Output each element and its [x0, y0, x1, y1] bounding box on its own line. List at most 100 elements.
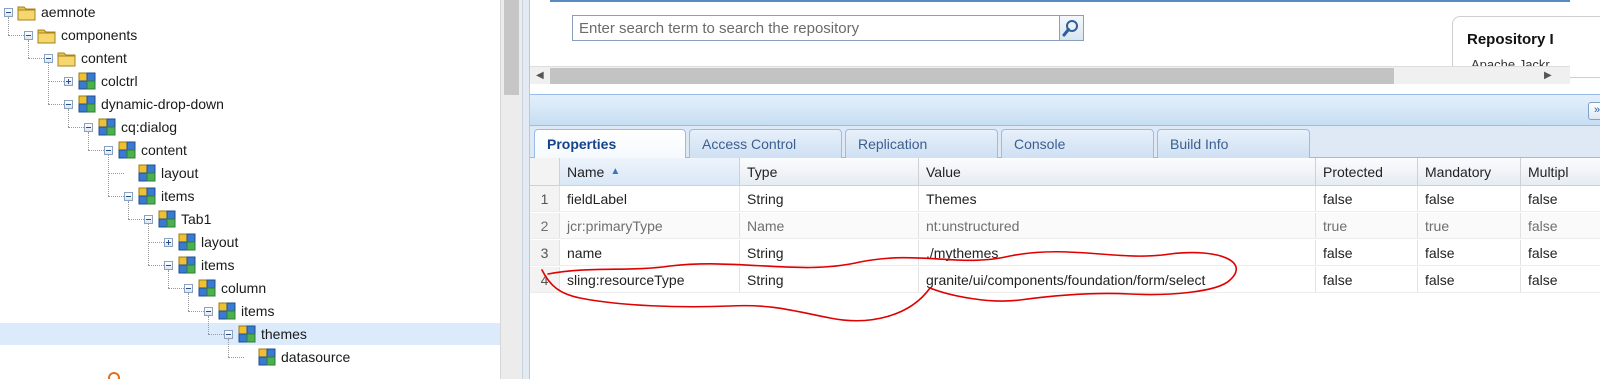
tab-label: Replication	[858, 136, 928, 152]
cell-protected[interactable]: false	[1316, 240, 1418, 265]
tree-connector	[188, 311, 204, 312]
cell-type[interactable]: String	[740, 186, 919, 211]
tree-connector	[48, 63, 49, 104]
expand-icon[interactable]	[64, 76, 73, 86]
cell-mandatory[interactable]: false	[1418, 267, 1521, 292]
column-header-value[interactable]: Value	[919, 158, 1316, 185]
grid-header-row: Name ▲ Type Value Protected Mandatory Mul…	[530, 158, 1600, 186]
cell-value[interactable]: granite/ui/components/foundation/form/se…	[919, 267, 1316, 292]
tab-access-control[interactable]: Access Control	[689, 129, 842, 158]
expand-icon[interactable]	[164, 237, 173, 247]
table-row[interactable]: 1 fieldLabel String Themes false false false	[530, 186, 1600, 212]
tree-connector	[88, 150, 104, 151]
tree-connector	[68, 109, 69, 127]
column-header-mandatory[interactable]: Mandatory	[1418, 158, 1521, 185]
repository-search-input[interactable]	[572, 15, 1060, 41]
cell-type[interactable]: Name	[740, 213, 919, 238]
collapse-icon[interactable]: »	[1588, 102, 1600, 120]
cell-protected[interactable]: true	[1316, 213, 1418, 238]
tree-node[interactable]: Tab1	[144, 208, 211, 230]
tree-connector	[208, 334, 224, 335]
tab-properties[interactable]: Properties	[534, 129, 686, 159]
scroll-right-icon[interactable]: ▶	[1544, 70, 1552, 81]
cell-multiple[interactable]: false	[1521, 267, 1600, 292]
collapse-icon[interactable]	[44, 53, 53, 63]
collapse-icon[interactable]	[164, 260, 173, 270]
tree-node[interactable]: content	[44, 47, 127, 69]
tree-node-label: components	[61, 27, 138, 43]
tree-node[interactable]: colctrl	[64, 70, 138, 92]
tab-build-info[interactable]: Build Info	[1157, 129, 1310, 158]
cell-mandatory[interactable]: false	[1418, 240, 1521, 265]
scroll-left-icon[interactable]: ◀	[536, 70, 544, 81]
tree-node[interactable]: cq:dialog	[84, 116, 177, 138]
tree-node[interactable]: dynamic-drop-down	[64, 93, 224, 115]
cell-name[interactable]: sling:resourceType	[560, 267, 740, 292]
collapse-icon[interactable]	[224, 329, 233, 339]
collapse-icon[interactable]	[204, 306, 213, 316]
cell-name[interactable]: name	[560, 240, 740, 265]
tree-node-label: content	[141, 142, 187, 158]
collapse-icon[interactable]	[144, 214, 153, 224]
tree-node-label: column	[221, 280, 267, 296]
collapse-icon[interactable]	[124, 191, 133, 201]
tree-node[interactable]: content	[104, 139, 187, 161]
table-row[interactable]: 4 sling:resourceType String granite/ui/comp…	[530, 267, 1600, 293]
tree-node[interactable]: column	[184, 277, 266, 299]
tree-node[interactable]: layout	[124, 162, 198, 184]
column-header-name[interactable]: Name ▲	[560, 158, 740, 185]
tree-node[interactable]: datasource	[244, 346, 350, 368]
tree-node-label: content	[81, 50, 127, 66]
cell-type[interactable]: String	[740, 240, 919, 265]
search-area: Repository I Apache Jackr ◀ ▶	[530, 0, 1600, 85]
column-header-protected[interactable]: Protected	[1316, 158, 1418, 185]
tree-connector	[208, 316, 209, 334]
collapse-icon[interactable]	[104, 145, 113, 155]
cell-type[interactable]: String	[740, 267, 919, 292]
column-header-multiple[interactable]: Multipl	[1521, 158, 1600, 185]
table-row[interactable]: 2 jcr:primaryType Name nt:unstructured true t…	[530, 213, 1600, 239]
tree-node[interactable]: themes	[224, 323, 307, 345]
tree-scrollbar-thumb[interactable]	[504, 0, 519, 95]
column-header-label: Mandatory	[1425, 163, 1492, 180]
tree-node[interactable]: items	[124, 185, 194, 207]
cell-protected[interactable]: false	[1316, 267, 1418, 292]
cell-multiple[interactable]: false	[1521, 240, 1600, 265]
cell-value[interactable]: Themes	[919, 186, 1316, 211]
collapse-icon[interactable]	[24, 30, 33, 40]
cell-mandatory[interactable]: false	[1418, 186, 1521, 211]
panel-splitter[interactable]	[522, 0, 530, 379]
column-header-type[interactable]: Type	[740, 158, 919, 185]
collapse-icon[interactable]	[84, 122, 93, 132]
cell-value[interactable]: nt:unstructured	[919, 213, 1316, 238]
component-node-icon	[258, 348, 276, 366]
collapse-icon[interactable]	[4, 7, 13, 17]
tab-console[interactable]: Console	[1001, 129, 1154, 158]
cell-value[interactable]: ./mythemes	[919, 240, 1316, 265]
tree-node[interactable]: items	[204, 300, 274, 322]
search-button[interactable]	[1060, 15, 1084, 41]
horizontal-scrollbar[interactable]: ◀ ▶	[530, 66, 1570, 85]
tab-replication[interactable]: Replication	[845, 129, 998, 158]
cell-mandatory[interactable]: true	[1418, 213, 1521, 238]
tree-vertical-scrollbar[interactable]	[500, 0, 523, 379]
table-row[interactable]: 3 name String ./mythemes false false false	[530, 240, 1600, 266]
tree-node[interactable]: components	[24, 24, 137, 46]
cell-multiple[interactable]: false	[1521, 213, 1600, 238]
tree-node[interactable]: layout	[164, 231, 238, 253]
tree-node[interactable]: aemnote	[4, 1, 95, 23]
component-node-icon	[178, 233, 196, 251]
collapse-icon[interactable]	[64, 99, 73, 109]
cell-protected[interactable]: false	[1316, 186, 1418, 211]
horizontal-scrollbar-thumb[interactable]	[550, 68, 1394, 84]
tree-node[interactable]: items	[164, 254, 234, 276]
collapse-icon[interactable]	[184, 283, 193, 293]
cell-name[interactable]: jcr:primaryType	[560, 213, 740, 238]
tree-connector	[228, 357, 244, 358]
cell-name[interactable]: fieldLabel	[560, 186, 740, 211]
folder-icon	[57, 52, 76, 67]
tree-node-label: Tab1	[181, 211, 212, 227]
row-number-cell: 4	[530, 267, 560, 292]
cell-multiple[interactable]: false	[1521, 186, 1600, 211]
